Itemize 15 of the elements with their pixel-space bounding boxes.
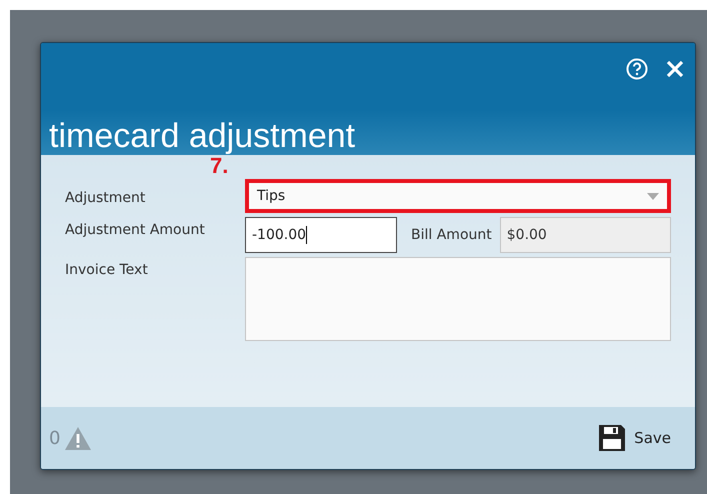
field-label: Adjustment Amount (65, 221, 206, 240)
warning-icon[interactable] (64, 426, 92, 450)
help-icon[interactable] (625, 57, 649, 81)
field-label: Bill Amount (411, 227, 492, 243)
field-label: Invoice Text (65, 261, 149, 280)
invoice-text-field[interactable] (245, 257, 671, 341)
caret-icon (647, 192, 659, 200)
warning-count: 0 (49, 428, 60, 448)
bill-amount-field[interactable]: $0.00 (500, 217, 671, 253)
adjustment-dropdown[interactable]: Tips (245, 179, 671, 213)
dialog-title: timecard adjustment (49, 117, 356, 155)
field-label: Adjustment (65, 189, 146, 208)
amount-field[interactable]: -100.00 (245, 217, 397, 253)
save-button[interactable]: Save (598, 424, 671, 452)
step-number: 7. (210, 153, 228, 179)
